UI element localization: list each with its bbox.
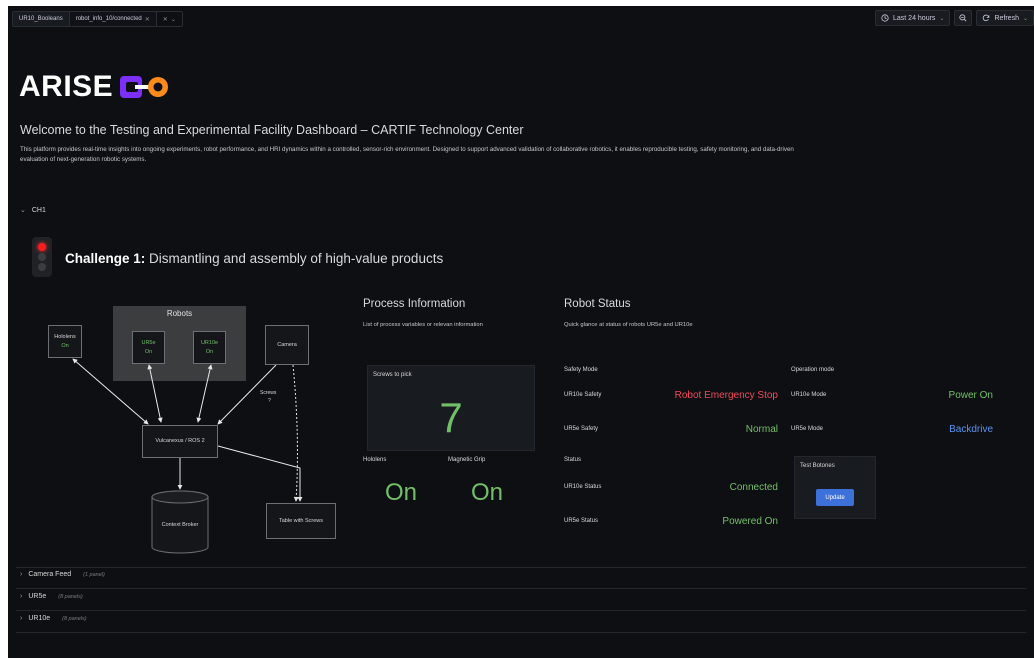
variable-controls[interactable]: ✕ ⌄ bbox=[157, 12, 182, 26]
row-separator bbox=[16, 567, 1026, 568]
screws-to-pick-value: 7 bbox=[439, 394, 463, 441]
dashboard-frame: UR10_Booleans robot_info_10/connected ✕ … bbox=[8, 6, 1034, 658]
test-botones-title: Test Botones bbox=[800, 463, 835, 469]
challenge-title: Challenge 1: Dismantling and assembly of… bbox=[65, 251, 443, 266]
magnetic-grip-value: On bbox=[471, 479, 504, 506]
ur10e-mode-label: UR10e Mode bbox=[791, 392, 827, 398]
ur5e-safety-value: Normal bbox=[745, 424, 778, 435]
welcome-heading: Welcome to the Testing and Experimental … bbox=[20, 123, 524, 137]
clock-icon bbox=[881, 14, 889, 22]
row-separator bbox=[16, 632, 1026, 633]
chevron-down-icon: ⌄ bbox=[20, 207, 26, 214]
variable-label: UR10_Booleans bbox=[13, 12, 70, 26]
row-camera-feed[interactable]: › Camera Feed (1 panel) bbox=[20, 571, 105, 578]
traffic-light-icon bbox=[32, 237, 52, 277]
chevron-down-icon[interactable]: ⌄ bbox=[171, 16, 176, 23]
node-vulcanexus: Vulcanexus / ROS 2 bbox=[142, 425, 218, 458]
ur5e-mode-value: Backdrive bbox=[949, 424, 993, 435]
row-title: Camera Feed bbox=[28, 571, 72, 578]
ur5e-status-label: UR5e Status bbox=[564, 518, 599, 524]
refresh-label: Refresh bbox=[994, 14, 1019, 22]
clear-icon[interactable]: ✕ bbox=[163, 16, 168, 23]
update-button[interactable]: Update bbox=[816, 489, 854, 506]
logo-text: ARISE bbox=[19, 70, 114, 103]
row-title: UR5e bbox=[28, 593, 47, 600]
row-ch1[interactable]: ⌄ CH1 bbox=[20, 206, 46, 215]
zoom-out-button[interactable] bbox=[954, 10, 973, 26]
hololens-label: Hololens bbox=[363, 457, 387, 463]
hololens-value: On bbox=[385, 479, 418, 506]
top-bar: UR10_Booleans robot_info_10/connected ✕ … bbox=[8, 6, 1034, 32]
ur10e-safety-label: UR10e Safety bbox=[564, 392, 602, 398]
row-title: UR10e bbox=[28, 615, 51, 622]
node-camera: Camera bbox=[265, 325, 309, 365]
node-hololens: Hololens On bbox=[48, 325, 82, 358]
chevron-right-icon: › bbox=[20, 593, 23, 600]
time-controls: Last 24 hours ⌄ Refresh ⌄ bbox=[875, 10, 1034, 26]
challenge-prefix: Challenge 1: bbox=[65, 251, 146, 266]
remove-value-icon[interactable]: ✕ bbox=[145, 16, 150, 23]
screws-to-pick-title: Screws to pick bbox=[373, 372, 412, 378]
ur5e-mode-label: UR5e Mode bbox=[791, 426, 824, 432]
robot-status-title: Robot Status bbox=[564, 298, 631, 310]
zoom-out-icon bbox=[959, 14, 967, 22]
node-table-with-screws: Table with Screws bbox=[266, 503, 336, 539]
ur10e-status-value: Connected bbox=[729, 482, 778, 493]
process-info-subtitle: List of process variables or relevan inf… bbox=[363, 322, 483, 328]
row-separator bbox=[16, 588, 1026, 589]
chevron-right-icon: › bbox=[20, 571, 23, 578]
row-panel-count: (8 panels) bbox=[62, 615, 87, 622]
ur10e-safety-value: Robot Emergency Stop bbox=[674, 390, 778, 401]
node-ur5e: UR5e On bbox=[132, 331, 165, 364]
node-ur10e: UR10e On bbox=[193, 331, 226, 364]
screws-edge-qmark: ? bbox=[268, 398, 271, 404]
screws-edge-label: Screws bbox=[260, 390, 277, 396]
chevron-down-icon: ⌄ bbox=[939, 15, 945, 22]
ur10e-status-label: UR10e Status bbox=[564, 484, 602, 490]
safety-mode-header: Safety Mode bbox=[564, 367, 598, 373]
variable-value: robot_info_10/connected bbox=[75, 16, 142, 22]
test-botones-panel: Test Botones Update bbox=[794, 456, 876, 519]
variable-selector[interactable]: UR10_Booleans robot_info_10/connected ✕ … bbox=[12, 11, 183, 27]
screws-to-pick-panel: Screws to pick 7 bbox=[367, 365, 535, 451]
time-range-label: Last 24 hours bbox=[893, 14, 936, 22]
refresh-button[interactable]: Refresh ⌄ bbox=[976, 10, 1034, 26]
row-ur10e[interactable]: › UR10e (8 panels) bbox=[20, 615, 87, 622]
ur10e-mode-value: Power On bbox=[948, 390, 993, 401]
chevron-right-icon: › bbox=[20, 615, 23, 622]
status-header: Status bbox=[564, 457, 582, 463]
row-title: CH1 bbox=[31, 206, 46, 214]
ur5e-safety-label: UR5e Safety bbox=[564, 426, 599, 432]
ur5e-status-value: Powered On bbox=[722, 516, 778, 527]
refresh-icon bbox=[983, 14, 990, 22]
process-info-title: Process Information bbox=[363, 298, 466, 310]
row-panel-count: (8 panels) bbox=[58, 593, 83, 600]
node-context-broker: Context Broker bbox=[161, 522, 199, 528]
time-range-picker[interactable]: Last 24 hours ⌄ bbox=[875, 10, 951, 26]
row-separator bbox=[16, 610, 1026, 611]
logo-mark-icon bbox=[120, 76, 169, 98]
challenge-name: Dismantling and assembly of high-value p… bbox=[149, 251, 444, 266]
arise-logo: ARISE bbox=[19, 70, 171, 104]
platform-description: This platform provides real-time insight… bbox=[20, 146, 794, 163]
row-panel-count: (1 panel) bbox=[83, 571, 105, 578]
operation-mode-header: Operation mode bbox=[791, 367, 835, 373]
row-ur5e[interactable]: › UR5e (8 panels) bbox=[20, 593, 83, 600]
variable-value-chip[interactable]: robot_info_10/connected ✕ bbox=[69, 12, 157, 26]
chevron-down-icon[interactable]: ⌄ bbox=[1023, 15, 1028, 22]
architecture-diagram: Robots Hololens On UR5e On UR10e On Came… bbox=[38, 296, 368, 566]
robot-status-subtitle: Quick glance at status of robots UR5e an… bbox=[564, 322, 693, 328]
magnetic-grip-label: Magnetic Grip bbox=[448, 457, 486, 463]
